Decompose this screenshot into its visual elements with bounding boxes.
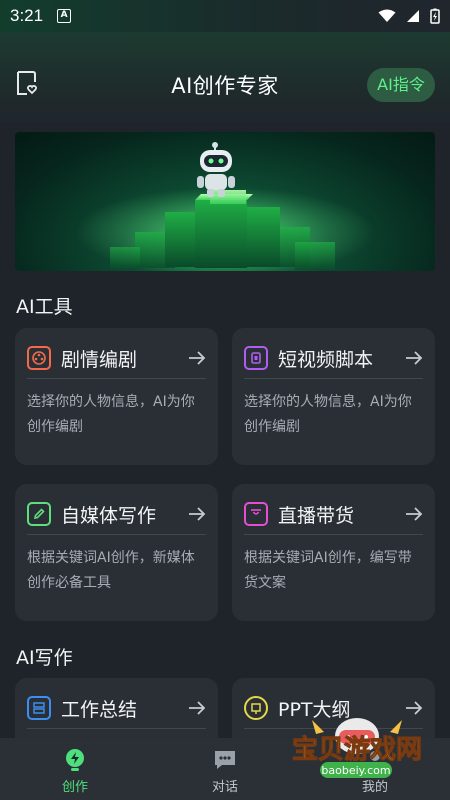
presentation-icon [244, 696, 268, 720]
tool-card-media-writing[interactable]: 自媒体写作 根据关键词AI创作，新媒体创作必备工具 [15, 484, 218, 621]
layout-icon [27, 696, 51, 720]
film-reel-icon [27, 346, 51, 370]
card-title: 短视频脚本 [278, 348, 374, 371]
tool-card-live-sales[interactable]: 直播带货 根据关键词AI创作，编写带货文案 [232, 484, 435, 621]
nav-label: 创作 [61, 780, 88, 795]
card-title: 自媒体写作 [61, 504, 157, 527]
nav-label: 对话 [211, 780, 238, 795]
card-title: 工作总结 [61, 698, 138, 721]
divider [27, 534, 206, 535]
section-title-ai-tools: AI工具 [16, 296, 73, 318]
battery-icon [430, 8, 440, 24]
tool-card-short-video[interactable]: 短视频脚本 选择你的人物信息，AI为你创作编剧 [232, 328, 435, 465]
divider [244, 378, 423, 379]
arrow-right-icon [189, 701, 206, 715]
video-icon [244, 346, 268, 370]
signal-icon [407, 10, 419, 22]
card-description: 选择你的人物信息，AI为你创作编剧 [244, 394, 412, 435]
divider [27, 728, 206, 729]
section-title-ai-writing: AI写作 [16, 647, 73, 669]
status-bar: 3:21 A [0, 0, 450, 32]
arrow-right-icon [189, 507, 206, 521]
shopping-bag-icon [244, 502, 268, 526]
divider [27, 378, 206, 379]
ai-command-button[interactable]: AI指令 [367, 68, 435, 102]
bulb-icon [66, 749, 84, 771]
chat-icon [215, 751, 235, 769]
divider [244, 534, 423, 535]
watermark-url: baobeiy.com [321, 764, 390, 777]
status-icons [378, 8, 440, 24]
arrow-right-icon [189, 351, 206, 365]
app-header: AI创作专家 AI指令 [0, 32, 450, 122]
watermark-text: 宝贝游戏网 [292, 734, 422, 765]
nav-item-create[interactable]: 创作 [0, 738, 150, 800]
tool-card-script[interactable]: 剧情编剧 选择你的人物信息，AI为你创作编剧 [15, 328, 218, 465]
watermark-logo: 宝贝游戏网 baobeiy.com [272, 700, 447, 800]
card-title: 直播带货 [278, 504, 355, 527]
hero-banner[interactable] [15, 132, 435, 271]
notification-badge-icon: A [57, 9, 72, 23]
arrow-right-icon [406, 351, 423, 365]
card-title: 剧情编剧 [61, 348, 138, 371]
card-description: 根据关键词AI创作，新媒体创作必备工具 [27, 550, 195, 591]
status-time: 3:21 [10, 6, 44, 25]
pencil-icon [27, 502, 51, 526]
card-description: 选择你的人物信息，AI为你创作编剧 [27, 394, 195, 435]
robot-banner-image [75, 142, 375, 271]
arrow-right-icon [406, 507, 423, 521]
wifi-icon [378, 9, 396, 22]
card-description: 根据关键词AI创作，编写带货文案 [244, 550, 412, 591]
